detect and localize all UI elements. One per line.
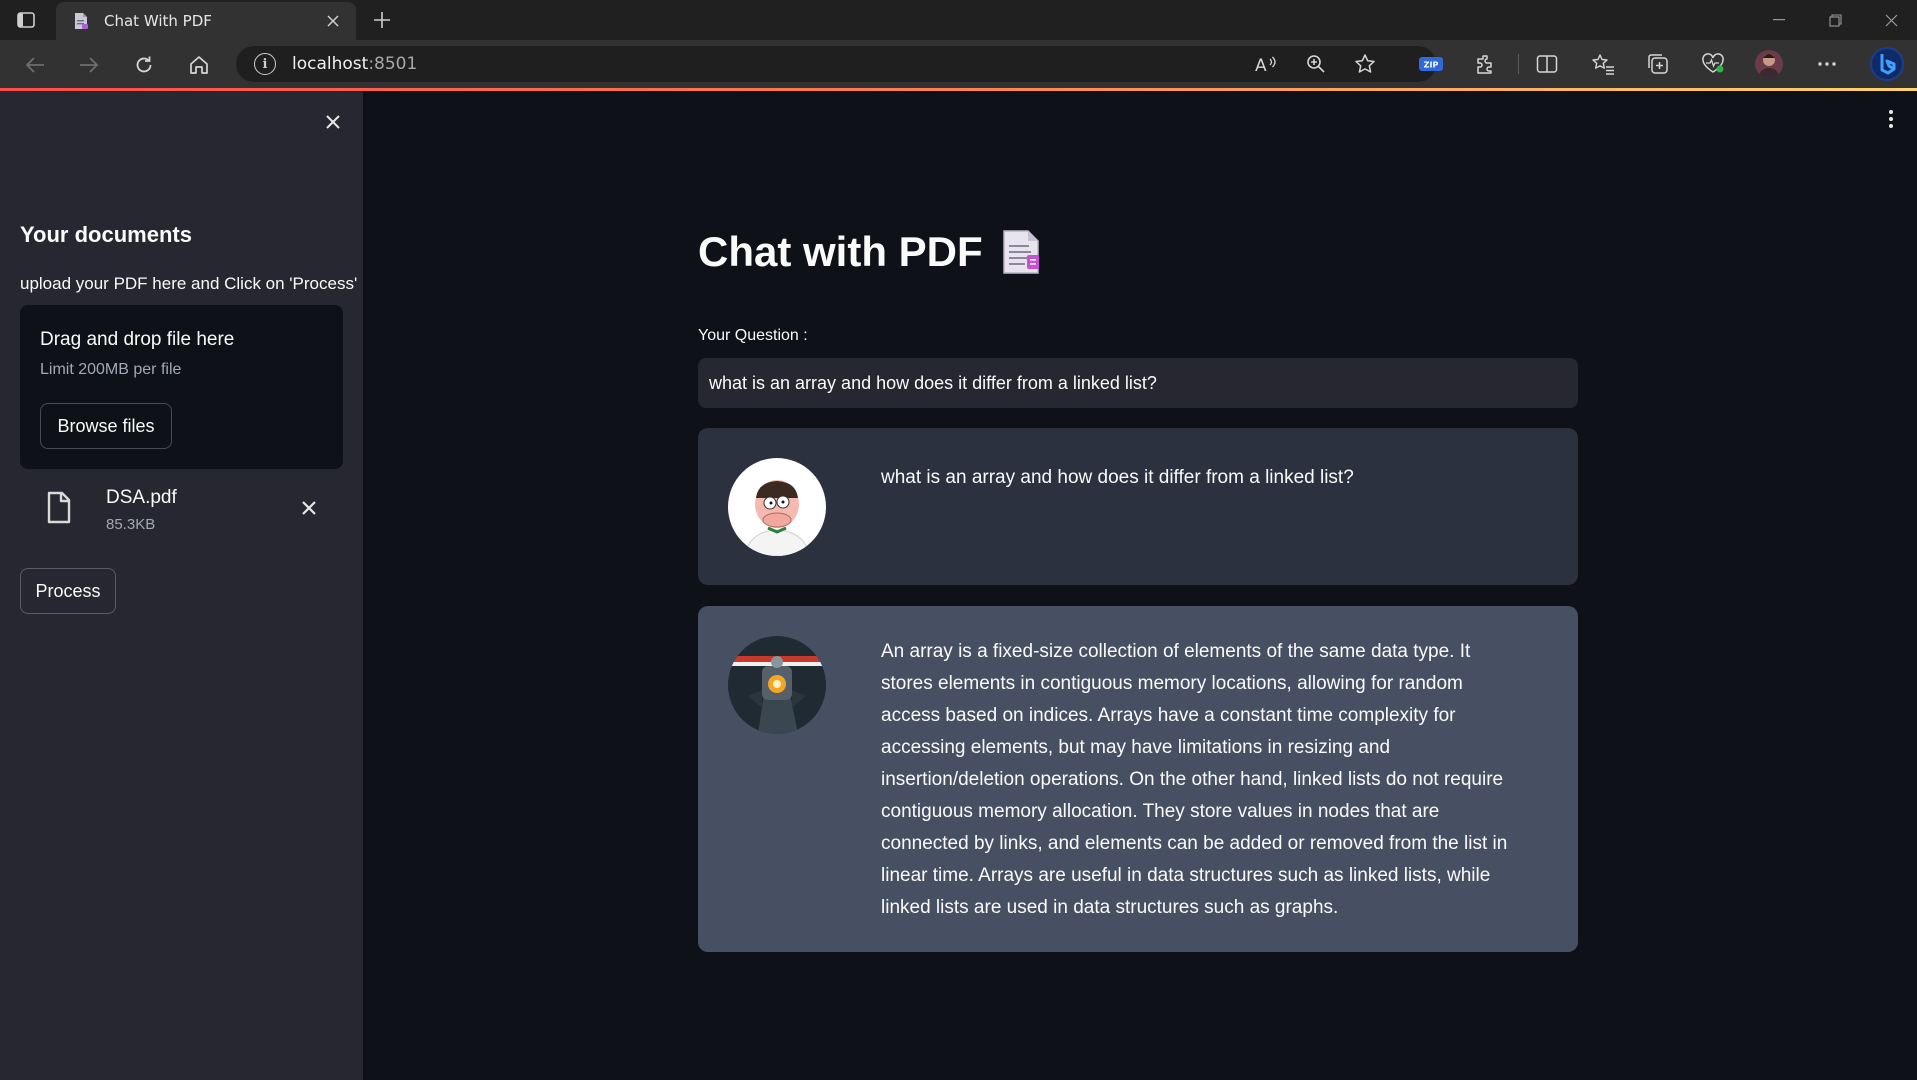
- browser-tab[interactable]: Chat With PDF: [56, 2, 356, 40]
- read-aloud-icon[interactable]: A: [1251, 49, 1281, 79]
- document-emoji-icon: [1001, 228, 1041, 276]
- bot-avatar: [728, 636, 826, 734]
- profile-avatar[interactable]: [1752, 47, 1786, 81]
- favorites-icon[interactable]: [1588, 49, 1618, 79]
- svg-text:ZIP: ZIP: [1424, 61, 1439, 70]
- sidebar-heading: Your documents: [20, 222, 192, 247]
- user-message: what is an array and how does it differ …: [698, 428, 1578, 585]
- uploaded-file: DSA.pdf 85.3KB: [20, 483, 343, 547]
- remove-file-icon[interactable]: [296, 495, 322, 521]
- home-icon[interactable]: [182, 48, 216, 82]
- pdf-favicon-icon: [72, 12, 90, 30]
- browser-essentials-icon[interactable]: [1698, 49, 1728, 79]
- refresh-icon[interactable]: [127, 48, 161, 82]
- info-icon[interactable]: i: [254, 53, 276, 75]
- browser-toolbar: i localhost:8501 A ZIP: [0, 40, 1917, 88]
- bot-message: An array is a fixed-size collection of e…: [698, 606, 1578, 952]
- restore-icon[interactable]: [1807, 0, 1863, 40]
- sidebar-instructions: upload your PDF here and Click on 'Proce…: [20, 274, 358, 293]
- minimize-icon[interactable]: [1751, 0, 1807, 40]
- file-name: DSA.pdf: [106, 487, 177, 508]
- page-title: Chat with PDF: [698, 228, 1041, 276]
- user-message-text: what is an array and how does it differ …: [881, 467, 1354, 488]
- split-screen-icon[interactable]: [1532, 49, 1562, 79]
- tab-title: Chat With PDF: [104, 12, 212, 30]
- main-menu-icon[interactable]: [1880, 106, 1902, 132]
- user-avatar: [728, 458, 826, 556]
- zoom-icon[interactable]: [1301, 49, 1331, 79]
- more-icon[interactable]: [1812, 49, 1842, 79]
- address-url: localhost:8501: [292, 54, 418, 74]
- sidebar-close-icon[interactable]: [318, 107, 348, 137]
- file-icon: [46, 491, 72, 525]
- browser-tab-bar: Chat With PDF: [0, 0, 1917, 40]
- extensions-icon[interactable]: [1471, 49, 1501, 79]
- dropzone-title: Drag and drop file here: [40, 329, 235, 350]
- tab-close-icon[interactable]: [322, 10, 344, 32]
- back-icon[interactable]: [18, 48, 52, 82]
- svg-text:A: A: [1255, 56, 1267, 74]
- question-input[interactable]: [698, 358, 1578, 408]
- file-dropzone[interactable]: Drag and drop file here Limit 200MB per …: [20, 305, 343, 469]
- toolbar-divider: [1518, 54, 1519, 74]
- browse-files-button[interactable]: Browse files: [40, 403, 172, 449]
- dropzone-limit: Limit 200MB per file: [40, 361, 182, 378]
- tab-actions-icon[interactable]: [14, 9, 38, 31]
- new-tab-icon[interactable]: [368, 6, 396, 34]
- favorite-star-icon[interactable]: [1350, 49, 1380, 79]
- forward-icon[interactable]: [72, 48, 106, 82]
- sidebar: Your documents upload your PDF here and …: [0, 91, 363, 1080]
- bot-message-text: An array is a fixed-size collection of e…: [881, 641, 1508, 918]
- zip-extension-icon[interactable]: ZIP: [1416, 49, 1446, 79]
- window-close-icon[interactable]: [1863, 0, 1917, 40]
- copilot-icon[interactable]: [1868, 45, 1906, 83]
- question-label: Your Question :: [698, 327, 808, 344]
- file-size: 85.3KB: [106, 516, 156, 533]
- process-button[interactable]: Process: [20, 568, 116, 614]
- collections-icon[interactable]: [1643, 49, 1673, 79]
